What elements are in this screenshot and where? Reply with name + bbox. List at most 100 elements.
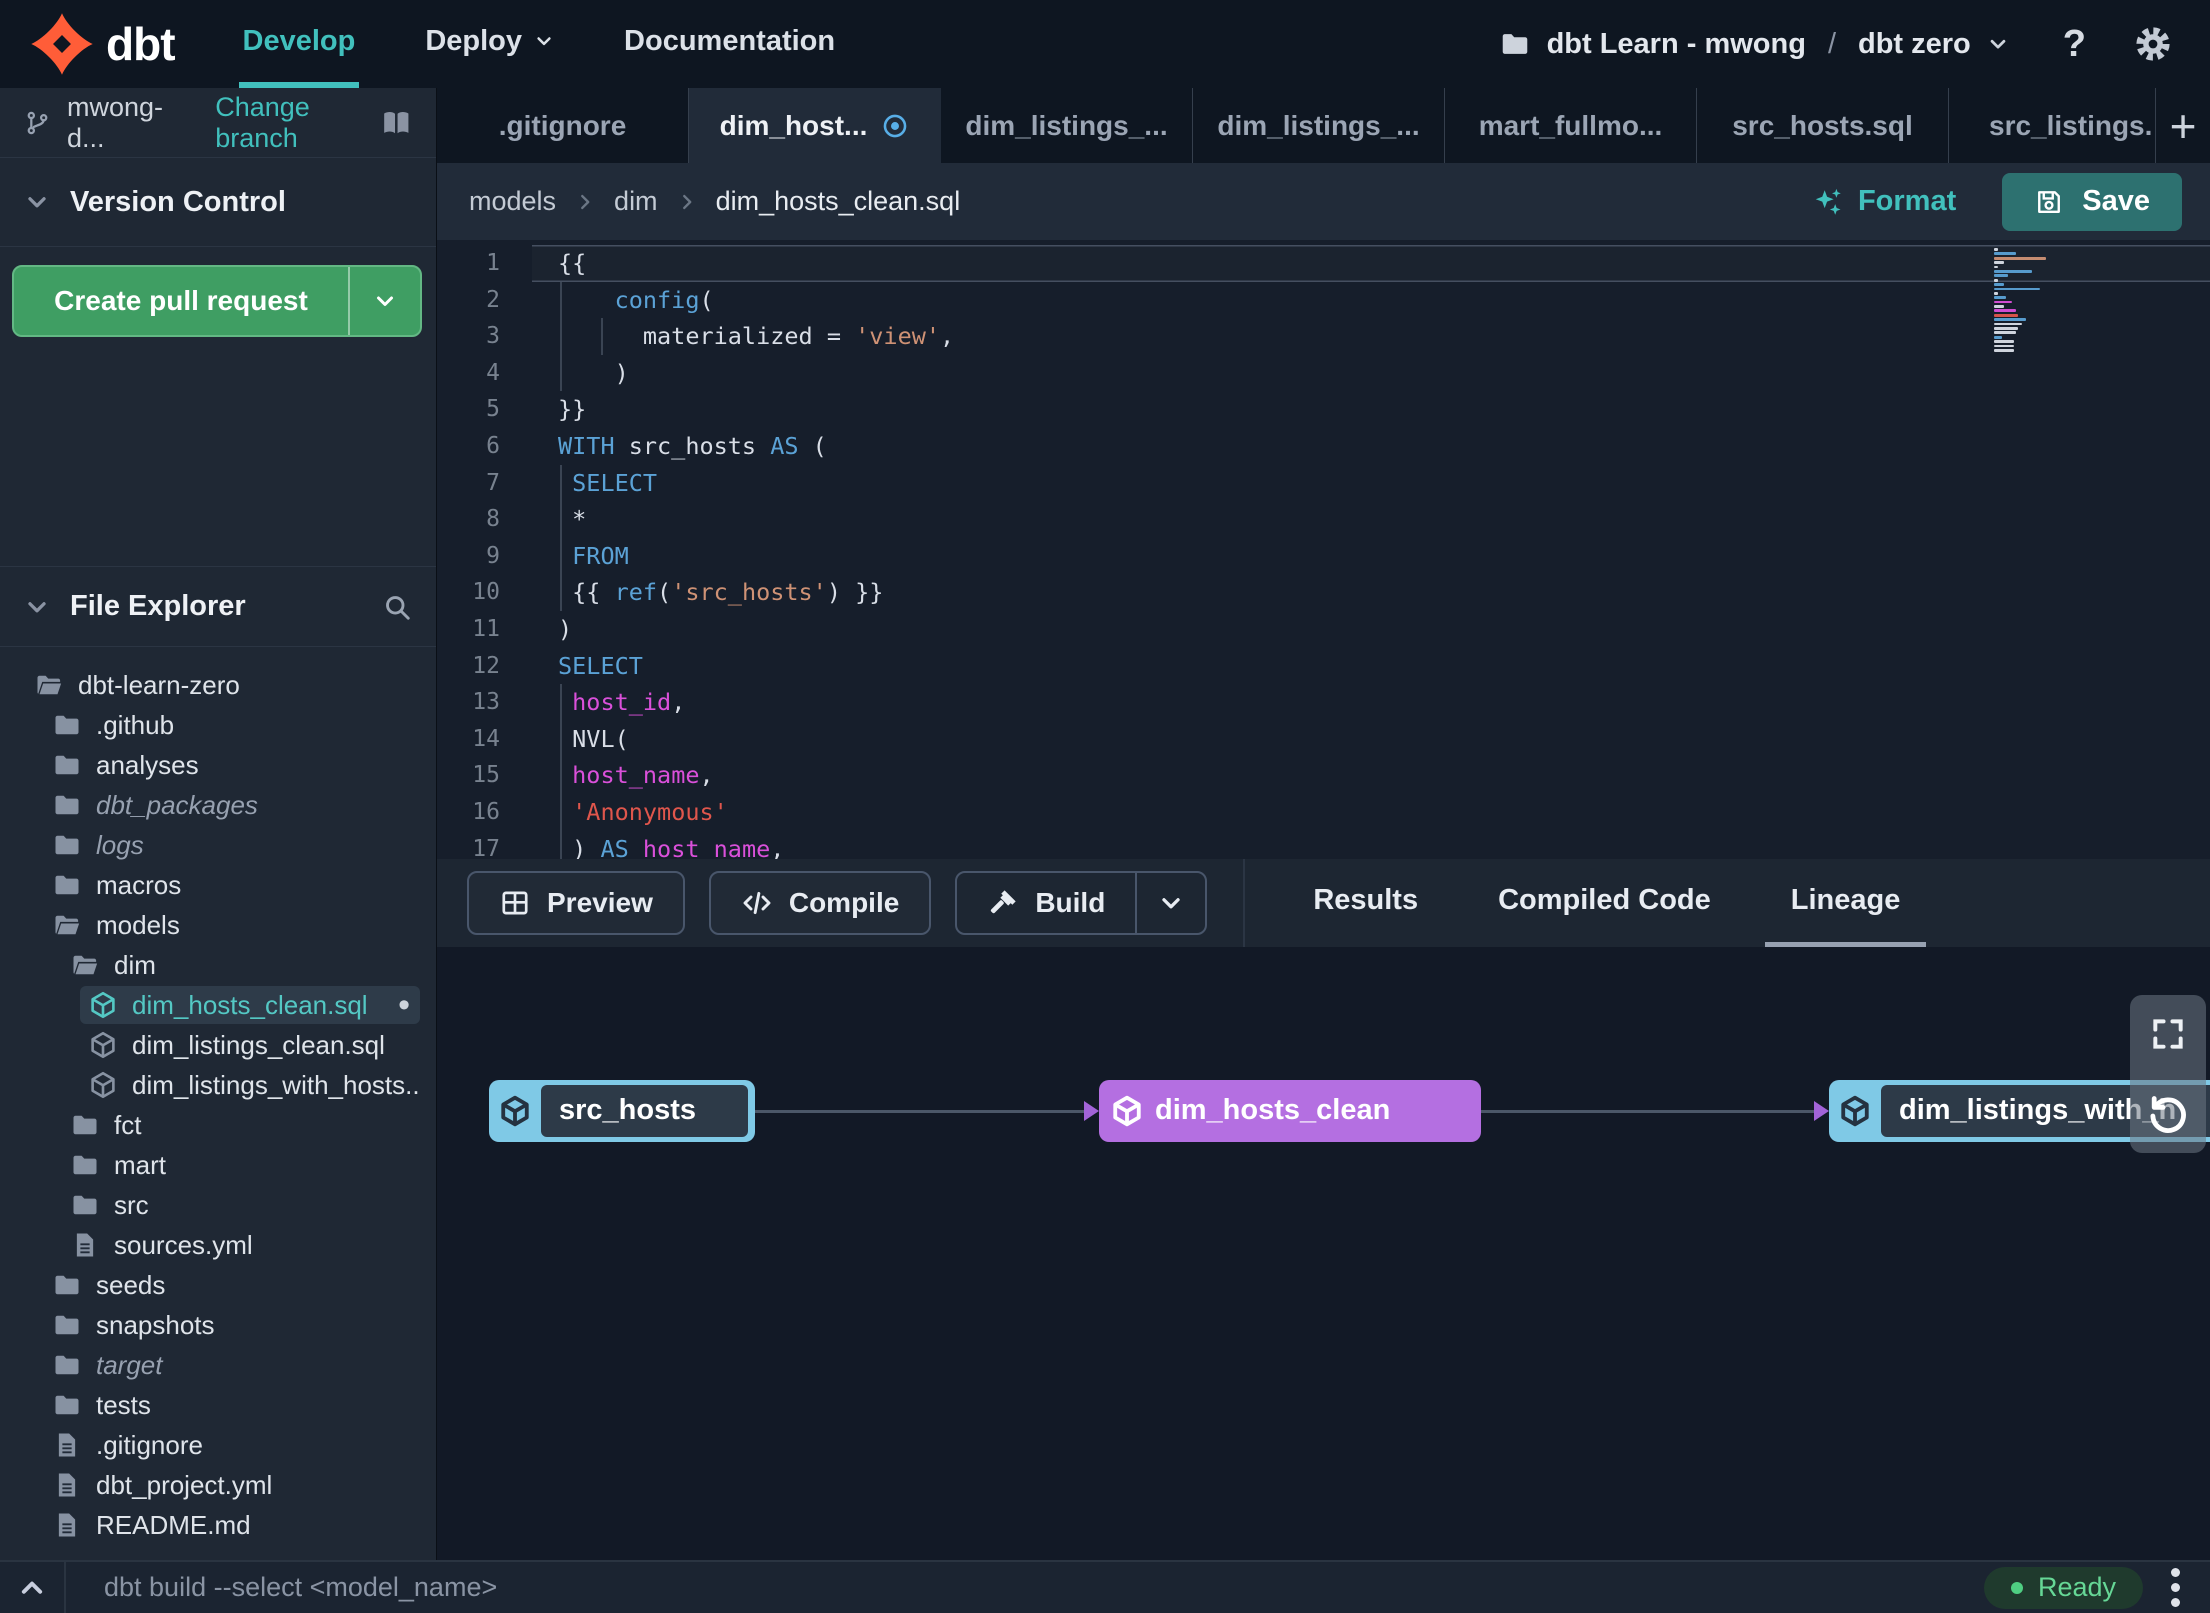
code-token: host_id xyxy=(572,688,672,717)
tab-4[interactable]: mart_fullmo... xyxy=(1445,88,1697,163)
tree-item-dbt-packages[interactable]: dbt_packages xyxy=(0,785,436,825)
command-bar-toggle[interactable] xyxy=(0,1562,66,1613)
nav-item-label: Develop xyxy=(242,24,356,57)
panel-tab-compiled-code[interactable]: Compiled Code xyxy=(1472,859,1737,947)
tab-0[interactable]: .gitignore xyxy=(437,88,689,163)
project-selector[interactable]: dbt Learn - mwong / dbt zero xyxy=(1499,28,2009,61)
file-icon xyxy=(52,1510,82,1540)
tree-item-seeds[interactable]: seeds xyxy=(0,1265,436,1305)
help-button[interactable]: ? xyxy=(2063,23,2086,66)
code-token: ) xyxy=(558,614,573,643)
panel-tab-results[interactable]: Results xyxy=(1287,859,1444,947)
docs-book-icon[interactable] xyxy=(381,106,412,140)
minimap[interactable] xyxy=(1994,248,2050,353)
command-input[interactable]: dbt build --select <model_name> xyxy=(104,1572,497,1603)
folder-icon xyxy=(70,1190,100,1220)
breadcrumb-dim[interactable]: dim xyxy=(614,186,658,217)
search-icon[interactable] xyxy=(382,592,412,622)
create-pull-request-button[interactable]: Create pull request xyxy=(12,265,422,337)
tree-item-mart[interactable]: mart xyxy=(0,1145,436,1185)
tab-6[interactable]: src_listings. xyxy=(1949,88,2156,163)
nav-item-develop[interactable]: Develop xyxy=(238,0,360,88)
folder-icon xyxy=(52,790,82,820)
tree-item-dim-listings-clean-sql[interactable]: dim_listings_clean.sql xyxy=(0,1025,436,1065)
code-editor[interactable]: 1{{2 config(3 materialized = 'view', 4 ) 5… xyxy=(437,240,2210,859)
tree-item-gitignore[interactable]: .gitignore xyxy=(0,1425,436,1465)
tab-label: dim_host... xyxy=(719,109,868,141)
version-control-header[interactable]: Version Control xyxy=(0,158,436,247)
change-branch-link[interactable]: Change branch xyxy=(215,92,381,154)
tree-item-sources-yml[interactable]: sources.yml xyxy=(0,1225,436,1265)
git-branch-icon xyxy=(24,108,51,138)
tab-1[interactable]: dim_host... xyxy=(689,88,941,163)
minimap-line xyxy=(1994,318,2026,322)
dbt-logo[interactable]: dbt xyxy=(30,0,176,88)
code-lines: 1{{2 config(3 materialized = 'view', 4 ) 5… xyxy=(437,245,2210,859)
tree-item-dim-listings-with-hosts[interactable]: dim_listings_with_hosts... xyxy=(0,1065,436,1105)
folder-icon xyxy=(52,1310,82,1340)
folder-icon xyxy=(52,870,82,900)
indent-guide xyxy=(601,318,603,355)
lineage-node-label: src_hosts xyxy=(541,1084,748,1137)
ide-status-badge[interactable]: Ready xyxy=(1983,1566,2143,1609)
settings-gear-icon[interactable] xyxy=(2132,23,2174,65)
code-token: ( xyxy=(657,578,672,607)
tree-item-label: sources.yml xyxy=(114,1229,253,1260)
tree-item-tests[interactable]: tests xyxy=(0,1385,436,1425)
tree-item-dim[interactable]: dim xyxy=(0,945,436,985)
tab-2[interactable]: dim_listings_... xyxy=(941,88,1193,163)
minimap-line xyxy=(1994,256,2046,260)
lineage-controls xyxy=(2130,994,2206,1153)
nav-item-deploy[interactable]: Deploy xyxy=(421,0,558,88)
preview-button[interactable]: Preview xyxy=(467,870,685,935)
build-dropdown-button[interactable] xyxy=(1135,872,1205,933)
tree-item-dim-hosts-clean-sql[interactable]: dim_hosts_clean.sql • xyxy=(0,985,436,1025)
tree-item-src[interactable]: src xyxy=(0,1185,436,1225)
code-text: }} xyxy=(532,391,2210,428)
tree-item-dbt-project-yml[interactable]: dbt_project.yml xyxy=(0,1465,436,1505)
tree-item-inner: .gitignore xyxy=(44,1426,420,1464)
panel-tab-lineage[interactable]: Lineage xyxy=(1764,859,1927,947)
code-token: {{ xyxy=(558,578,615,607)
nav-item-label: Documentation xyxy=(624,24,836,57)
tab-5[interactable]: src_hosts.sql xyxy=(1697,88,1949,163)
lineage-node-dim-hosts-clean[interactable]: dim_hosts_clean xyxy=(1099,1079,1481,1142)
save-label: Save xyxy=(2082,185,2150,217)
lineage-node-src-hosts[interactable]: src_hosts xyxy=(489,1079,755,1142)
tree-item-label: src xyxy=(114,1189,149,1220)
new-tab-button[interactable]: + xyxy=(2156,88,2210,163)
fullscreen-icon[interactable] xyxy=(2149,1015,2187,1053)
tree-item-analyses[interactable]: analyses xyxy=(0,745,436,785)
nav-item-label: Deploy xyxy=(425,24,523,57)
kebab-menu-icon[interactable] xyxy=(2167,1564,2184,1611)
format-button[interactable]: Format xyxy=(1812,185,1956,218)
tree-item-github[interactable]: .github xyxy=(0,705,436,745)
chevron-down-icon xyxy=(1987,33,2009,55)
code-line-10: 10 {{ ref('src_hosts') }} xyxy=(437,574,2210,611)
tree-item-models[interactable]: models xyxy=(0,905,436,945)
refresh-icon[interactable] xyxy=(2145,1093,2191,1139)
tree-item-inner: seeds xyxy=(44,1266,420,1304)
lineage-canvas[interactable]: src_hosts dim_hosts_clean dim_listings_wit… xyxy=(437,946,2210,1560)
tab-label: .gitignore xyxy=(498,109,627,141)
tree-item-macros[interactable]: macros xyxy=(0,865,436,905)
tree-item-readme-md[interactable]: README.md xyxy=(0,1505,436,1545)
pull-request-dropdown-button[interactable] xyxy=(348,267,420,335)
nav-item-documentation[interactable]: Documentation xyxy=(620,0,839,88)
build-button[interactable]: Build xyxy=(957,873,1135,933)
dbt-cloud-ide: dbt Develop Deploy Documentation dbt Learn… xyxy=(0,0,2210,1613)
tree-item-snapshots[interactable]: snapshots xyxy=(0,1305,436,1345)
compile-button[interactable]: Compile xyxy=(708,870,932,935)
folder-open-icon xyxy=(34,670,64,700)
save-button[interactable]: Save xyxy=(2002,172,2182,231)
tree-item-fct[interactable]: fct xyxy=(0,1105,436,1145)
tree-item-dbt-learn-zero[interactable]: dbt-learn-zero xyxy=(0,665,436,705)
tree-item-target[interactable]: target xyxy=(0,1345,436,1385)
tab-3[interactable]: dim_listings_... xyxy=(1193,88,1445,163)
tree-item-inner: dim xyxy=(62,946,420,984)
file-explorer-header[interactable]: File Explorer xyxy=(0,566,436,647)
tree-item-logs[interactable]: logs xyxy=(0,825,436,865)
breadcrumb-models[interactable]: models xyxy=(469,186,556,217)
tree-item-inner: src xyxy=(62,1186,420,1224)
minimap-line xyxy=(1994,313,2018,317)
